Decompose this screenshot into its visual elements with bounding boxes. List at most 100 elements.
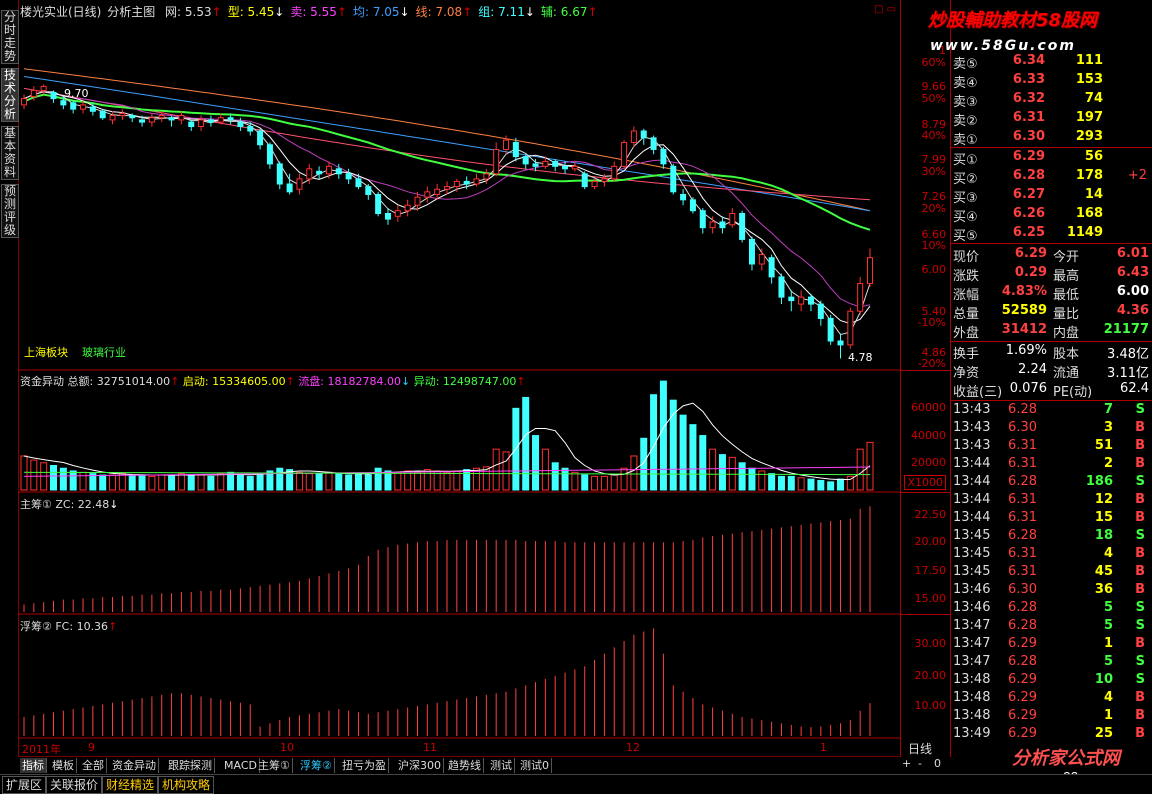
stat-label: 净资 <box>953 366 980 381</box>
candle-body <box>552 160 559 167</box>
candle-body <box>660 148 667 165</box>
volume-bar <box>118 473 126 491</box>
volume-bar <box>620 467 628 491</box>
chart-tab-2[interactable]: 全部 <box>80 758 107 773</box>
side-tab-intraday[interactable]: 分时走势 <box>1 10 19 64</box>
volume-bar <box>148 475 156 491</box>
volume-total: 总额: 32751014.00 <box>67 375 171 388</box>
indicator-item: 组: 7.11 <box>478 5 525 19</box>
candle-body <box>40 85 47 91</box>
chart-tab-1[interactable]: 模板 <box>50 758 77 773</box>
quote-row: 涨幅 4.83% 最低 6.00 <box>951 283 1152 303</box>
sector-label-industry[interactable]: 玻璃行业 <box>82 344 126 360</box>
volume-bar <box>768 473 776 491</box>
tick-time: 13:48 <box>953 672 991 687</box>
stat-label: PE(动) <box>1053 385 1093 400</box>
ask-volume: 74 <box>1084 91 1103 106</box>
zhu-panel-label: 主筹① ZC: 22.48 <box>20 498 110 511</box>
chart-tab-9[interactable]: 沪深300 <box>396 758 444 773</box>
volume-bar <box>522 396 530 491</box>
axis-pct: -20% <box>917 357 946 370</box>
candle-body <box>306 168 313 180</box>
ask-label: 卖④ <box>953 76 978 91</box>
volume-bar <box>827 481 835 491</box>
volume-bar <box>610 474 618 491</box>
quote-row: 13:48 6.29 1 B <box>951 707 1152 725</box>
tab-finance-picks[interactable]: 财经精选 <box>102 776 159 794</box>
tab-related-quotes[interactable]: 关联报价 <box>46 776 103 794</box>
tick-side: S <box>1135 672 1145 687</box>
main-chart-area[interactable]: 楼光实业(日线) 分析主图 网: 5.53↑ 型: 5.45↓ 卖: 5.55↑ 均:… <box>18 0 901 757</box>
candle-body <box>50 91 57 100</box>
quote-row: 13:43 6.31 51 B <box>951 437 1152 455</box>
volume-bar <box>797 477 805 491</box>
zc-axis-tick: 17.50 <box>914 564 947 577</box>
candle-body <box>365 186 372 195</box>
candle-body <box>384 212 391 220</box>
candle-body <box>30 89 37 98</box>
side-tab-fundamentals[interactable]: 基本资料 <box>1 126 19 180</box>
quote-row: 13:47 6.28 5 S <box>951 617 1152 635</box>
stat-value: 6.00 <box>1116 284 1149 299</box>
chart-tab-4[interactable]: 跟踪探测 <box>166 758 215 773</box>
axis-pct: 50% <box>921 92 946 105</box>
chart-tab-12[interactable]: 测试0 <box>518 758 552 773</box>
candle-body <box>817 303 824 319</box>
tab-institution-strategy[interactable]: 机构攻略 <box>158 776 215 794</box>
chart-tab-6[interactable]: 主筹① <box>256 758 293 773</box>
quote-row: 13:48 6.29 4 B <box>951 689 1152 707</box>
quote-row: 买③ 6.27 14 <box>951 186 1152 206</box>
chart-tab-3[interactable]: 资金异动 <box>110 758 159 773</box>
tick-volume: 10 <box>1094 672 1113 687</box>
chart-tab-11[interactable]: 测试 <box>488 758 515 773</box>
tab-extension[interactable]: 扩展区 <box>2 776 47 794</box>
price-axis: 1 60% 9.66 50% 8.79 40% 7.99 30% 7.26 20… <box>900 0 950 757</box>
tick-price: 6.31 <box>1008 492 1037 507</box>
quote-row: 买④ 6.26 168 <box>951 205 1152 225</box>
tick-side: B <box>1135 420 1145 435</box>
candle-body <box>247 126 254 132</box>
zc-axis-tick: 15.00 <box>914 592 947 605</box>
quote-row: 现价 6.29 今开 6.01 <box>951 245 1152 265</box>
side-tab-technical[interactable]: 技术分析 <box>1 68 19 122</box>
tick-volume: 36 <box>1094 582 1113 597</box>
sector-label-region[interactable]: 上海板块 <box>24 344 68 360</box>
candle-body <box>591 180 598 188</box>
indicator-tab-bar: 指标 模板 全部 资金异动 跟踪探测 MACD 主筹① 浮筹② 扭亏为盈 沪深300 趋势线 测试 测试… <box>18 756 900 774</box>
chart-tab-8[interactable]: 扭亏为盈 <box>340 758 389 773</box>
side-tab-rating[interactable]: 预测评级 <box>1 184 19 238</box>
volume-bar <box>246 475 254 491</box>
window-controls-icon[interactable]: □ ▭ <box>874 4 896 15</box>
zoom-out-button[interactable]: - <box>918 757 922 770</box>
stat-value: 2.24 <box>1018 362 1047 377</box>
stat-value: 6.43 <box>1116 265 1149 280</box>
tick-volume: 51 <box>1094 438 1113 453</box>
volume-bar <box>787 475 795 491</box>
quote-row: 13:44 6.28 186 S <box>951 473 1152 491</box>
stat-value: 3.11亿 <box>1107 366 1149 381</box>
tick-volume: 5 <box>1103 600 1113 615</box>
quote-row: 13:48 6.29 10 S <box>951 671 1152 689</box>
tick-time: 13:49 <box>953 726 991 741</box>
stat-value: 0.29 <box>1014 265 1047 280</box>
volume-bar <box>630 455 638 491</box>
stat-value: 52589 <box>1001 303 1047 318</box>
tick-time: 13:44 <box>953 474 991 489</box>
chart-tab-10[interactable]: 趋势线 <box>446 758 484 773</box>
volume-bar <box>748 467 756 491</box>
candle-body <box>394 210 401 217</box>
candle-body <box>198 119 205 128</box>
bid-label: 买④ <box>953 210 978 225</box>
tick-time: 13:45 <box>953 564 991 579</box>
candle-body <box>286 183 293 193</box>
chart-tab-0[interactable]: 指标 <box>20 758 47 773</box>
reset-button[interactable]: 0 <box>934 757 941 770</box>
quote-row: 13:44 6.31 12 B <box>951 491 1152 509</box>
tick-time: 13:43 <box>953 402 991 417</box>
zoom-in-button[interactable]: + <box>902 757 911 770</box>
quote-row: 13:43 6.30 3 B <box>951 419 1152 437</box>
chart-tab-7[interactable]: 浮筹② <box>298 758 335 773</box>
chart-tab-5[interactable]: MACD <box>222 758 260 773</box>
stat-label: 收益(三) <box>953 385 1003 400</box>
period-label[interactable]: 日线 <box>908 740 932 757</box>
